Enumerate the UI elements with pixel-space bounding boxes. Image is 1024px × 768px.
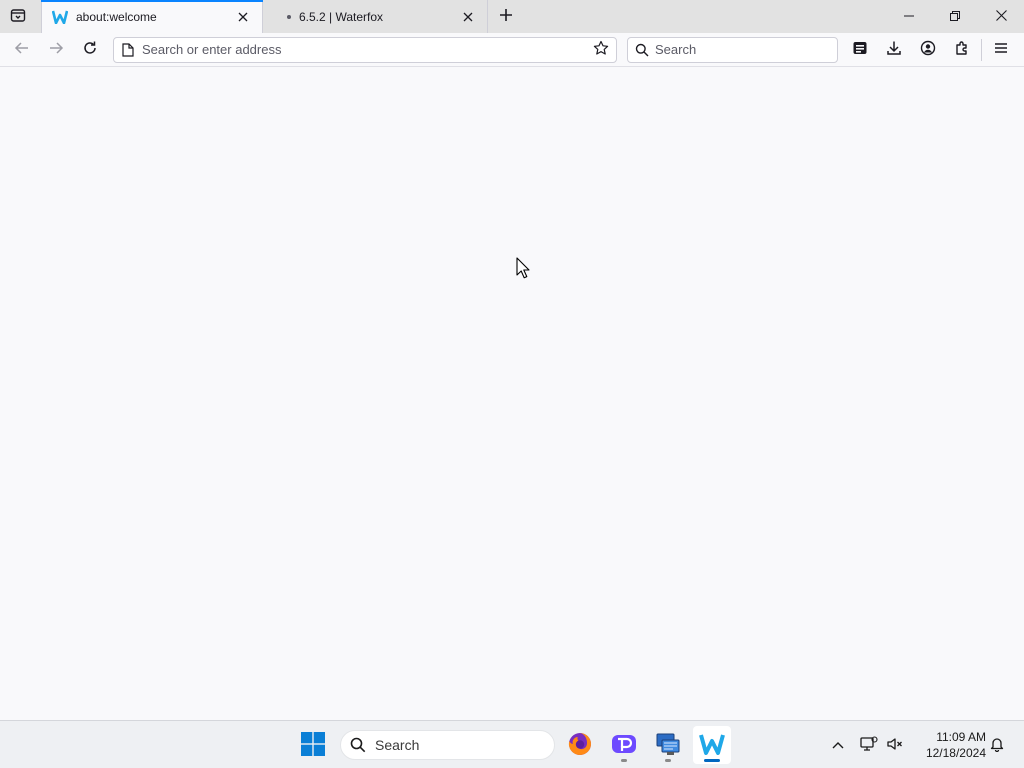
restore-button[interactable] [932, 0, 978, 33]
tab-title: about:welcome [76, 9, 157, 24]
bookmark-star-button[interactable] [590, 39, 612, 61]
firefox-icon [567, 731, 593, 760]
star-icon [593, 40, 609, 59]
forward-arrow-icon [48, 40, 64, 59]
volume-button[interactable] [884, 734, 906, 756]
search-icon [634, 42, 649, 58]
clock-time: 11:09 AM [936, 730, 986, 744]
show-hidden-icons-button[interactable] [827, 733, 849, 757]
tab-about-welcome[interactable]: about:welcome [41, 0, 263, 33]
app-menu-button[interactable] [984, 35, 1018, 65]
account-button[interactable] [911, 35, 945, 65]
page-content[interactable] [0, 67, 1024, 720]
search-bar[interactable] [627, 36, 838, 63]
hamburger-menu-icon [993, 40, 1009, 59]
back-button[interactable] [5, 35, 39, 65]
reader-view-icon [852, 40, 868, 59]
bell-icon [989, 736, 1005, 755]
download-icon [886, 40, 902, 59]
mouse-cursor-icon [516, 257, 530, 279]
new-tab-button[interactable] [488, 0, 524, 33]
address-input[interactable] [142, 42, 590, 57]
tab-manager-icon [10, 7, 26, 26]
tab-manager-button[interactable] [0, 0, 36, 33]
waterfox-logo-icon [699, 733, 725, 758]
minimize-icon [904, 10, 914, 24]
waterfox-logo-icon [52, 9, 68, 25]
taskbar-app-firefox[interactable] [561, 726, 599, 764]
taskbar-app-waterfox[interactable] [693, 726, 731, 764]
close-window-button[interactable] [978, 0, 1024, 33]
chevron-up-icon [832, 738, 844, 752]
downloads-button[interactable] [877, 35, 911, 65]
close-icon [995, 9, 1007, 24]
toolbar-separator [981, 38, 982, 61]
volume-muted-icon [886, 736, 904, 755]
running-indicator [621, 759, 627, 762]
running-indicator [665, 759, 671, 762]
back-arrow-icon [14, 40, 30, 59]
extensions-button[interactable] [945, 35, 979, 65]
taskbar-search[interactable]: Search [340, 730, 555, 760]
reader-view-button[interactable] [843, 35, 877, 65]
start-button[interactable] [294, 726, 332, 764]
tab-close-button[interactable] [234, 8, 252, 26]
taskbar-app-proton[interactable] [605, 726, 643, 764]
taskbar-search-label: Search [375, 737, 420, 753]
clock-date: 12/18/2024 [925, 746, 986, 760]
address-bar[interactable] [113, 36, 617, 63]
tab-waterfox-release[interactable]: 6.5.2 | Waterfox [263, 0, 487, 33]
toolbar-buttons [843, 35, 1018, 65]
navigation-toolbar [0, 33, 1024, 67]
remote-desktop-icon [655, 731, 681, 760]
network-status-button[interactable] [858, 734, 880, 756]
restore-icon [950, 10, 960, 24]
account-icon [920, 40, 936, 59]
forward-button[interactable] [39, 35, 73, 65]
page-icon [120, 42, 136, 58]
proton-icon [611, 731, 637, 760]
notifications-button[interactable] [986, 734, 1008, 756]
minimize-button[interactable] [886, 0, 932, 33]
reload-icon [82, 40, 98, 59]
system-clock[interactable]: 11:09 AM 12/18/2024 [914, 729, 986, 761]
tab-close-button[interactable] [459, 8, 477, 26]
window-controls [886, 0, 1024, 33]
search-input[interactable] [655, 42, 831, 57]
network-icon [860, 735, 878, 755]
loading-dot-icon [287, 14, 291, 19]
tab-strip: about:welcome 6.5.2 | Waterfox [0, 0, 1024, 33]
active-indicator [704, 759, 720, 762]
search-icon [349, 736, 367, 754]
taskbar-app-remote-desktop[interactable] [649, 726, 687, 764]
tab-title: 6.5.2 | Waterfox [299, 9, 384, 24]
extensions-icon [954, 40, 970, 59]
reload-button[interactable] [73, 35, 107, 65]
taskbar: Search 11:09 AM 12/18/2024 [0, 720, 1024, 768]
windows-logo-icon [301, 731, 325, 759]
plus-icon [499, 8, 513, 25]
